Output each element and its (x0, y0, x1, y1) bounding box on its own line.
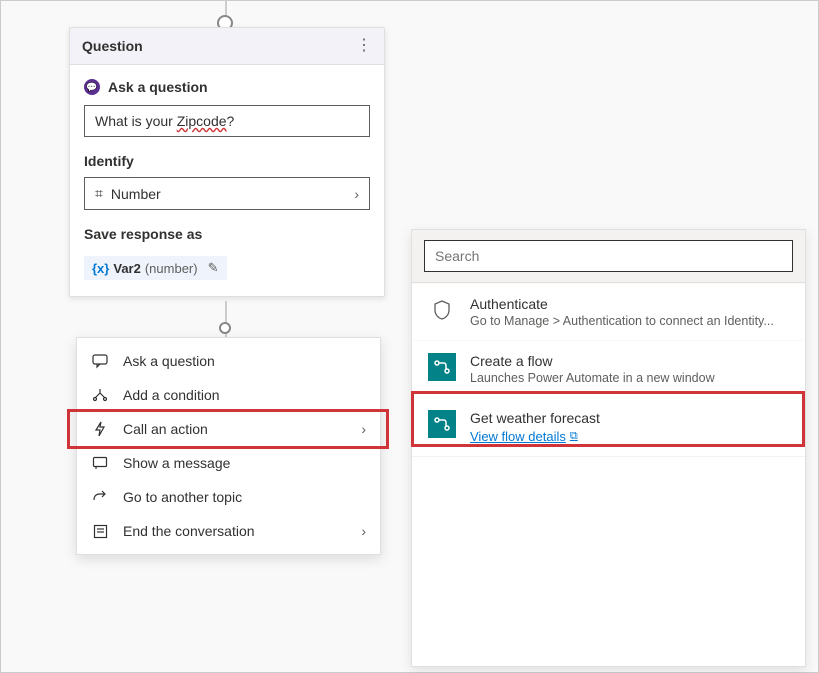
menu-label: Ask a question (123, 353, 215, 369)
question-node-card: Question ⋮ 💬 Ask a question What is your… (69, 27, 385, 297)
panel-empty-space (412, 456, 805, 666)
identify-dropdown[interactable]: ⌗ Number › (84, 177, 370, 210)
view-flow-details-link[interactable]: View flow details ⧉ (470, 429, 578, 444)
chevron-right-icon: › (354, 186, 359, 202)
chevron-right-icon: › (361, 421, 366, 437)
action-item-get-weather-forecast[interactable]: Get weather forecast View flow details ⧉ (412, 397, 805, 456)
lightning-icon (91, 421, 109, 437)
action-selector-panel: Authenticate Go to Manage > Authenticati… (411, 229, 806, 667)
speech-bubble-icon (91, 353, 109, 369)
flow-icon (428, 353, 456, 381)
menu-label: Call an action (123, 421, 208, 437)
question-text-input[interactable]: What is your Zipcode? (84, 105, 370, 137)
connector-node-mid[interactable] (219, 322, 231, 334)
external-link-icon: ⧉ (570, 430, 578, 443)
menu-label: Show a message (123, 455, 230, 471)
menu-item-call-an-action[interactable]: Call an action › (77, 412, 380, 446)
variable-name: Var2 (113, 261, 140, 276)
search-bar (412, 230, 805, 283)
message-icon (91, 455, 109, 471)
edit-icon[interactable]: ✎ (208, 260, 219, 276)
menu-label: Add a condition (123, 387, 220, 403)
panel-item-title: Create a flow (470, 353, 789, 369)
menu-item-add-a-condition[interactable]: Add a condition (77, 378, 380, 412)
branch-icon (91, 387, 109, 403)
panel-item-title: Authenticate (470, 296, 789, 312)
menu-label: Go to another topic (123, 489, 242, 505)
end-icon (91, 524, 109, 539)
action-item-create-a-flow[interactable]: Create a flow Launches Power Automate in… (412, 340, 805, 397)
panel-item-subtitle: Go to Manage > Authentication to connect… (470, 314, 789, 328)
ask-question-label: Ask a question (108, 79, 208, 95)
card-title: Question (82, 38, 143, 54)
search-input[interactable] (424, 240, 793, 272)
question-text-prefix: What is your (95, 113, 177, 129)
identify-label: Identify (84, 153, 370, 169)
redirect-icon (91, 490, 109, 504)
ask-question-row: 💬 Ask a question (84, 79, 370, 95)
variable-chip[interactable]: {x} Var2 (number) ✎ (84, 256, 227, 280)
card-body: 💬 Ask a question What is your Zipcode? I… (70, 65, 384, 296)
question-text-suffix: ? (227, 113, 235, 129)
menu-item-end-the-conversation[interactable]: End the conversation › (77, 514, 380, 548)
variable-type: (number) (145, 261, 198, 276)
panel-item-subtitle: Launches Power Automate in a new window (470, 371, 789, 385)
card-header: Question ⋮ (70, 28, 384, 65)
menu-item-ask-a-question[interactable]: Ask a question (77, 344, 380, 378)
variable-icon: {x} (92, 261, 109, 276)
spellcheck-word: Zipcode (177, 113, 227, 129)
entity-icon: ⌗ (95, 185, 103, 202)
chevron-right-icon: › (361, 523, 366, 539)
identify-value: Number (111, 186, 161, 202)
menu-label: End the conversation (123, 523, 255, 539)
more-options-icon[interactable]: ⋮ (356, 38, 372, 54)
flow-icon (428, 410, 456, 438)
add-node-menu: Ask a question Add a condition Call an a… (76, 337, 381, 555)
save-as-label: Save response as (84, 226, 370, 242)
menu-item-show-a-message[interactable]: Show a message (77, 446, 380, 480)
panel-item-title: Get weather forecast (470, 410, 789, 426)
menu-item-go-to-another-topic[interactable]: Go to another topic (77, 480, 380, 514)
link-text: View flow details (470, 429, 566, 444)
chat-icon: 💬 (84, 79, 100, 95)
action-item-authenticate[interactable]: Authenticate Go to Manage > Authenticati… (412, 283, 805, 340)
shield-icon (428, 296, 456, 324)
